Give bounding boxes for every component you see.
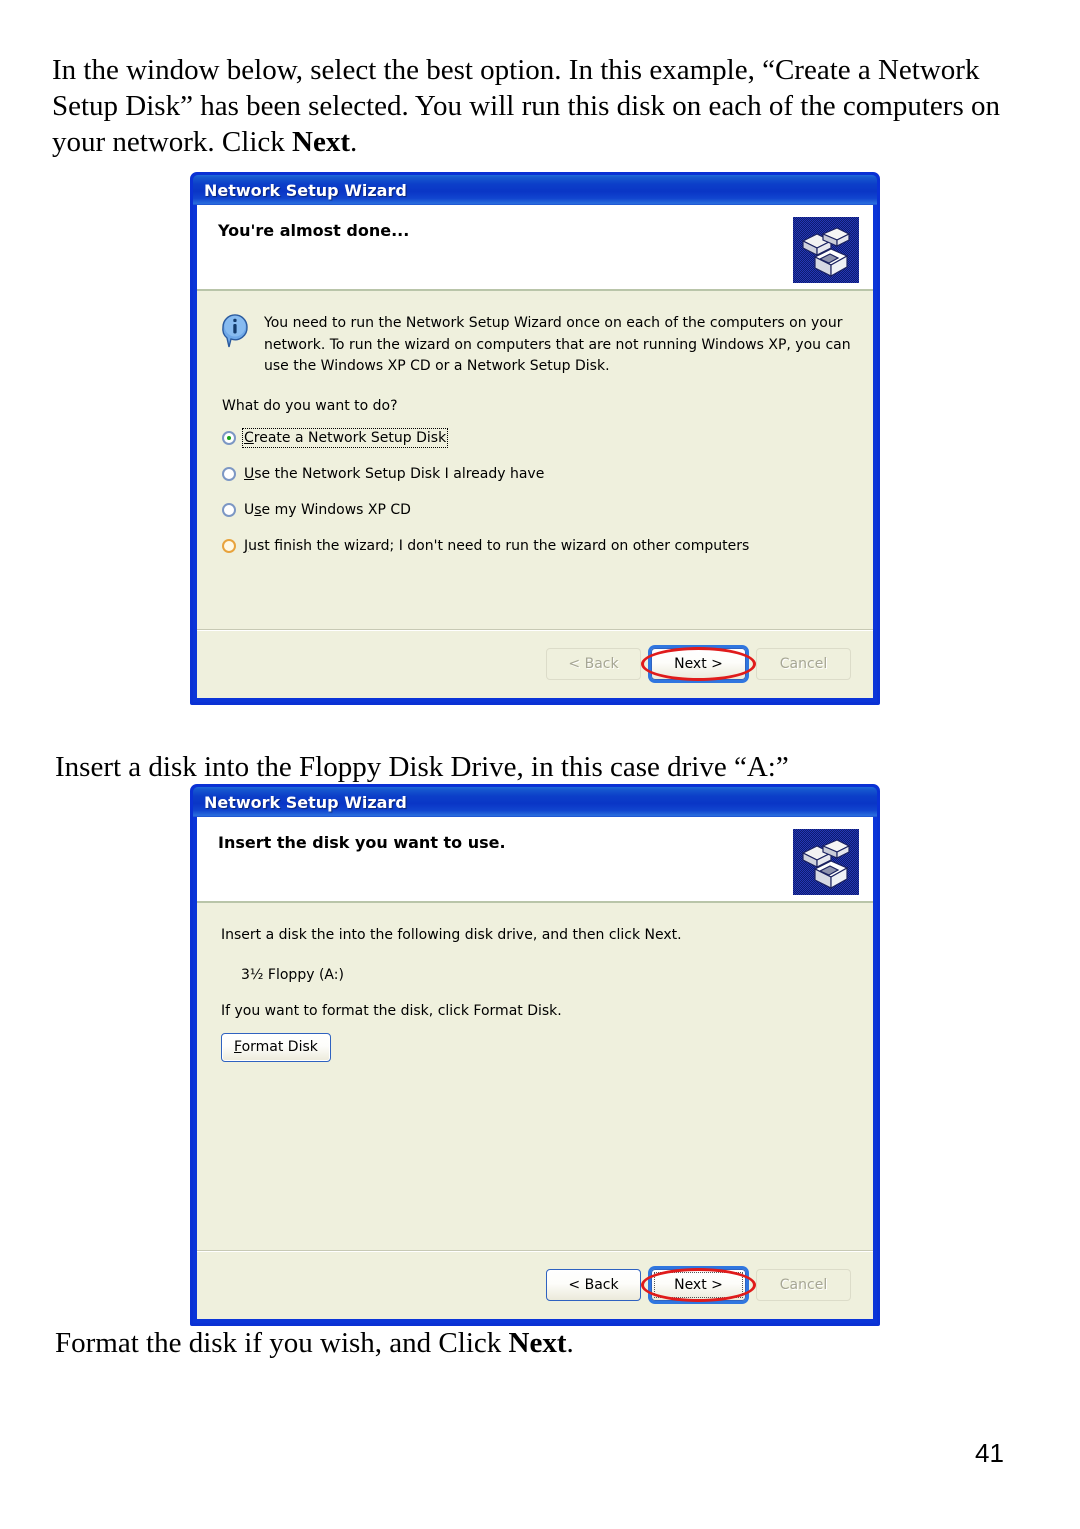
dialog-inner: Insert the disk you want to use. Insert …	[197, 817, 873, 1319]
format-disk-button[interactable]: Format Disk	[221, 1032, 331, 1062]
network-computers-icon	[793, 217, 859, 283]
wizard-step-title: Insert the disk you want to use.	[218, 833, 506, 852]
radio-indicator[interactable]	[222, 430, 236, 445]
cancel-button-wrap: Cancel	[756, 648, 851, 680]
end-caption: Format the disk if you wish, and Click N…	[55, 1327, 574, 1359]
question-label: What do you want to do?	[222, 397, 398, 414]
dialog-body: Insert a disk the into the following dis…	[197, 903, 873, 1250]
options-radio-group[interactable]: Create a Network Setup Disk Use the Netw…	[222, 427, 851, 556]
radio-option-use-existing-disk[interactable]: Use the Network Setup Disk I already hav…	[222, 464, 851, 484]
back-button-wrap: < Back	[546, 1269, 641, 1301]
next-button-wrap: Next >	[641, 647, 756, 681]
radio-option-label: Create a Network Setup Disk	[241, 427, 449, 448]
dialog-inner: You're almost done... You need to run th…	[197, 205, 873, 698]
dialog-body: You need to run the Network Setup Wizard…	[197, 291, 873, 629]
network-computers-icon	[793, 829, 859, 895]
radio-indicator[interactable]	[222, 502, 236, 517]
instruction-text: Insert a disk the into the following dis…	[221, 927, 682, 943]
network-setup-wizard-dialog-insert-disk: Network Setup Wizard Insert the disk you…	[190, 784, 880, 1326]
dialog-header-band: You're almost done...	[197, 205, 873, 291]
dialog-footer: < Back Next > Cancel	[197, 1250, 873, 1319]
back-button[interactable]: < Back	[546, 648, 641, 680]
dialog-header-band: Insert the disk you want to use.	[197, 817, 873, 903]
dialog-titlebar[interactable]: Network Setup Wizard	[193, 787, 877, 817]
next-button-wrap: Next >	[641, 1268, 756, 1302]
radio-indicator[interactable]	[222, 538, 236, 553]
radio-indicator[interactable]	[222, 466, 236, 481]
next-button[interactable]: Next >	[651, 648, 746, 680]
drive-label: 3½ Floppy (A:)	[241, 966, 344, 983]
radio-option-just-finish[interactable]: Just finish the wizard; I don't need to …	[222, 536, 851, 556]
info-icon	[219, 314, 253, 348]
cancel-button[interactable]: Cancel	[756, 648, 851, 680]
dialog-title: Network Setup Wizard	[204, 180, 407, 200]
dialog-titlebar[interactable]: Network Setup Wizard	[193, 175, 877, 205]
wizard-step-title: You're almost done...	[218, 221, 410, 240]
info-message-text: You need to run the Network Setup Wizard…	[264, 315, 851, 374]
back-button[interactable]: < Back	[546, 1269, 641, 1301]
back-button-wrap: < Back	[546, 648, 641, 680]
mid-caption: Insert a disk into the Floppy Disk Drive…	[55, 751, 789, 783]
dialog-title: Network Setup Wizard	[204, 792, 407, 812]
network-setup-wizard-dialog-almost-done: Network Setup Wizard You're almost done.…	[190, 172, 880, 705]
radio-option-label: Use my Windows XP CD	[244, 501, 411, 518]
dialog-footer: < Back Next > Cancel	[197, 629, 873, 698]
radio-option-label: Use the Network Setup Disk I already hav…	[244, 465, 545, 482]
cancel-button-wrap: Cancel	[756, 1269, 851, 1301]
intro-paragraph: In the window below, select the best opt…	[52, 54, 1000, 158]
info-message-row: You need to run the Network Setup Wizard…	[219, 313, 851, 378]
radio-option-label: Just finish the wizard; I don't need to …	[244, 537, 750, 554]
radio-option-create-disk[interactable]: Create a Network Setup Disk	[222, 427, 851, 448]
format-hint-text: If you want to format the disk, click Fo…	[221, 1002, 562, 1019]
page-number: 41	[975, 1438, 1004, 1468]
radio-option-use-xp-cd[interactable]: Use my Windows XP CD	[222, 500, 851, 520]
cancel-button[interactable]: Cancel	[756, 1269, 851, 1301]
next-button[interactable]: Next >	[651, 1269, 746, 1301]
